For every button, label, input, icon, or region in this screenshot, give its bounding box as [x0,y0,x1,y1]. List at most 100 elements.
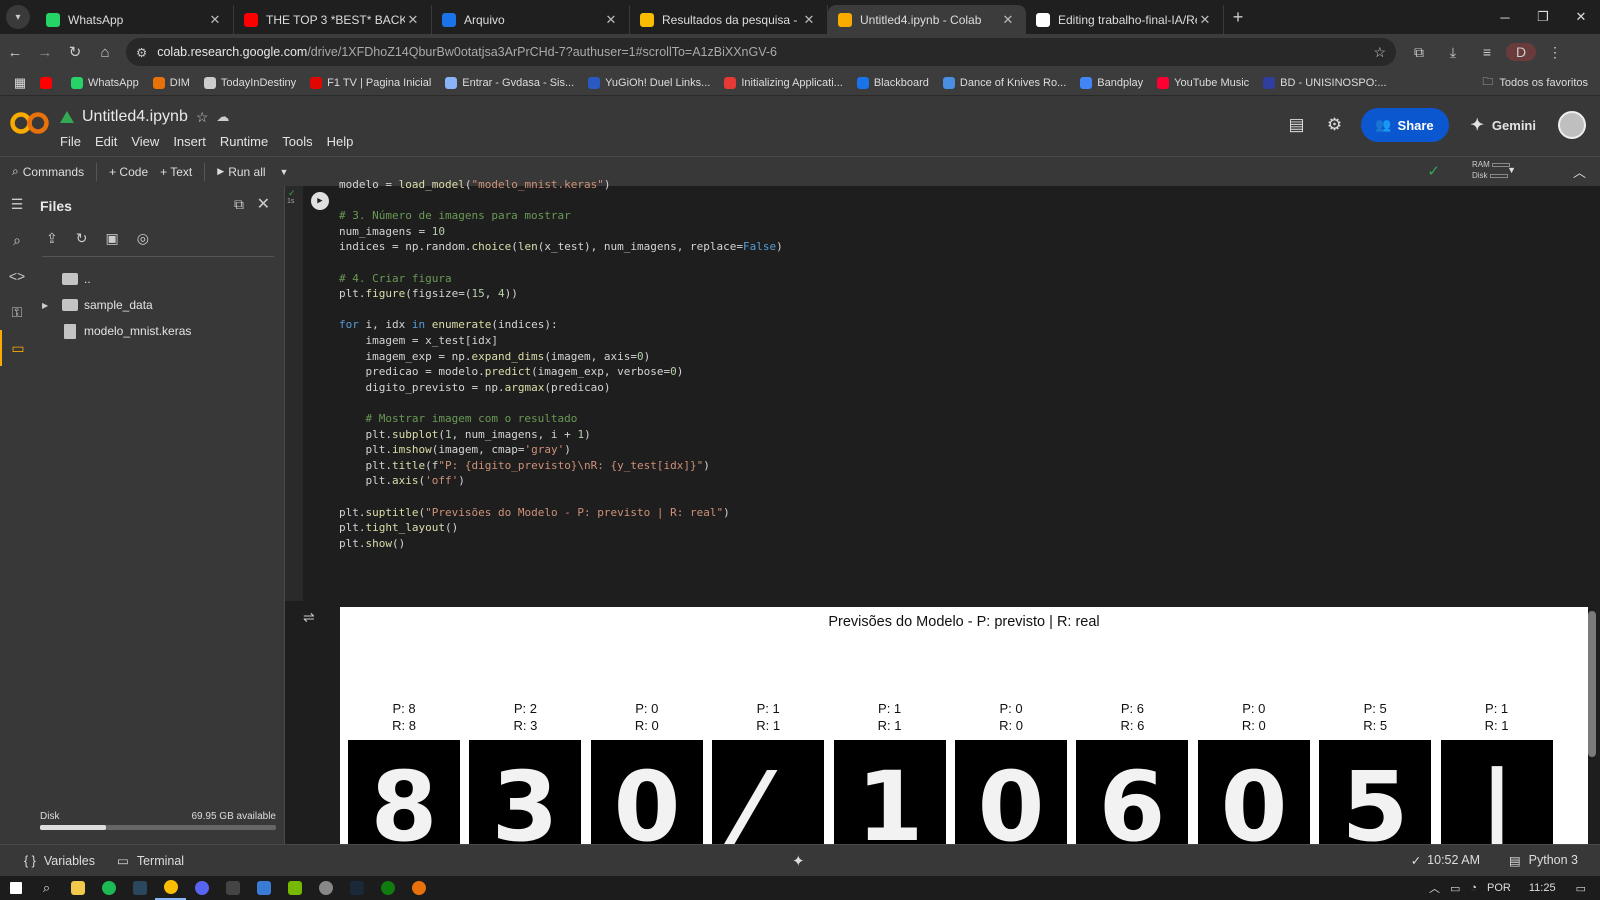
browser-menu-icon[interactable]: ⋮ [1540,44,1570,61]
keyboard-language[interactable]: POR [1487,882,1511,894]
browser-tab[interactable]: Arquivo ✕ [432,5,630,34]
bookmark-item[interactable]: Initializing Applicati... [724,76,843,89]
find-replace-icon[interactable]: ⌕ [0,222,34,258]
colab-logo-icon[interactable] [10,110,50,136]
bookmark-item[interactable]: Entrar - Gvdasa - Sis... [445,76,574,89]
app-icon[interactable] [403,876,434,900]
close-tab-icon[interactable]: ✕ [207,12,223,28]
bookmark-item[interactable]: TodayInDestiny [203,76,296,89]
restore-icon[interactable]: ❐ [1524,0,1562,34]
gemini-sparkle-icon[interactable]: ✦ [792,852,805,870]
settings-gear-icon[interactable]: ⚙ [1323,113,1347,137]
output-actions-icon[interactable]: ⇌ [303,609,315,626]
reload-icon[interactable]: ↻ [60,43,90,61]
menu-item[interactable]: Edit [95,134,117,149]
open-in-tab-icon[interactable]: ⧉ [234,196,244,213]
steam-icon[interactable] [124,876,155,900]
close-panel-icon[interactable]: ✕ [257,194,270,214]
menu-item[interactable]: Help [327,134,354,149]
browser-tab[interactable]: Editing trabalho-final-IA/Recon✕ [1026,5,1224,34]
browser-tab[interactable]: Resultados da pesquisa - Goog✕ [630,5,828,34]
file-item[interactable]: .. [42,266,191,292]
nvidia-icon[interactable] [279,876,310,900]
file-explorer-icon[interactable] [62,876,93,900]
site-info-icon[interactable]: ⚙ [136,45,147,60]
runtime-type[interactable]: ▤ Python 3 [1509,853,1578,868]
account-avatar[interactable] [1558,111,1586,139]
star-notebook-icon[interactable]: ☆ [196,109,209,126]
add-code-button[interactable]: + Code [109,165,148,179]
close-tab-icon[interactable]: ✕ [603,12,619,28]
profile-button[interactable]: D [1506,43,1536,61]
new-tab-button[interactable]: + [1224,7,1252,28]
address-bar[interactable]: ⚙ colab.research.google.com/drive/1XFDho… [126,38,1396,66]
search-icon[interactable]: ⌕ [31,876,62,900]
browser-tab[interactable]: Untitled4.ipynb - Colab ✕ [828,5,1026,34]
apps-grid-icon[interactable]: ▦ [0,75,40,91]
notifications-icon[interactable]: ▭ [1576,882,1586,895]
resource-monitor[interactable]: RAM Disk [1472,159,1510,181]
hide-files-icon[interactable]: ◎ [137,230,149,247]
forward-icon[interactable]: → [30,44,60,61]
discord-icon[interactable] [186,876,217,900]
mount-drive-icon[interactable]: ▣ [105,230,118,247]
file-item[interactable]: ▶ sample_data [42,292,191,318]
terminal-button[interactable]: ▭ Terminal [117,853,184,869]
commands-button[interactable]: ⌕ Commands [12,164,84,179]
bookmark-item[interactable]: DIM [152,76,190,89]
run-cell-button[interactable]: ▶ [311,192,329,210]
volume-icon[interactable]: ◔ [1470,882,1477,894]
chevron-down-icon[interactable]: ▼ [280,167,289,177]
expand-arrow-icon[interactable]: ▶ [42,301,56,310]
bookmark-item[interactable]: Dance of Knives Ro... [942,76,1066,89]
home-icon[interactable]: ⌂ [90,44,120,61]
run-all-button[interactable]: ▶ Run all ▼ [217,165,288,179]
app-icon[interactable] [248,876,279,900]
upload-file-icon[interactable]: ⇪ [46,230,58,247]
code-snippets-icon[interactable]: <> [0,258,34,294]
comments-icon[interactable]: ▤ [1285,113,1309,137]
browser-tab[interactable]: WhatsApp ✕ [36,5,234,34]
bookmark-item[interactable]: YuGiOh! Duel Links... [588,76,710,89]
close-tab-icon[interactable]: ✕ [1197,12,1213,28]
steam-icon[interactable] [341,876,372,900]
execution-status[interactable]: ✓ 10:52 AM [1411,853,1480,868]
download-icon[interactable]: ⤓ [1438,44,1468,61]
menu-item[interactable]: Tools [282,134,312,149]
tab-search-button[interactable]: ▾ [6,5,30,29]
gemini-button[interactable]: ✦ Gemini [1471,115,1536,135]
media-icon[interactable]: ≡ [1472,44,1502,60]
back-icon[interactable]: ← [0,44,30,61]
refresh-icon[interactable]: ↻ [76,230,88,247]
collapse-header-icon[interactable]: ︿ [1573,162,1586,181]
code-cell-editor[interactable]: ▶ modelo = load_model("modelo_mnist.kera… [303,178,1593,601]
chrome-icon[interactable] [155,876,186,900]
tray-chevron-icon[interactable]: ︿ [1429,880,1440,896]
table-of-contents-icon[interactable]: ☰ [0,186,34,222]
add-text-button[interactable]: + Text [160,165,192,179]
bookmark-item[interactable]: Blackboard [856,76,929,89]
variables-button[interactable]: { } Variables [24,854,95,868]
menu-item[interactable]: Insert [173,134,206,149]
notebook-scrollbar[interactable] [1588,611,1596,757]
file-item[interactable]: modelo_mnist.keras [42,318,191,344]
spotify-icon[interactable] [93,876,124,900]
bookmark-star-icon[interactable]: ☆ [1373,44,1386,61]
close-tab-icon[interactable]: ✕ [405,12,421,28]
menu-item[interactable]: File [60,134,81,149]
close-window-icon[interactable]: ✕ [1562,0,1600,34]
menu-item[interactable]: View [131,134,159,149]
app-icon[interactable] [310,876,341,900]
extensions-icon[interactable]: ⧉ [1404,44,1434,61]
close-tab-icon[interactable]: ✕ [1000,12,1016,28]
files-folder-icon[interactable]: ▭ [0,330,34,366]
windows-start-icon[interactable] [0,876,31,900]
notebook-title[interactable]: Untitled4.ipynb [82,108,188,126]
secrets-key-icon[interactable]: ⚿ [0,294,34,330]
bookmark-item[interactable]: WhatsApp [71,76,139,89]
minimize-icon[interactable]: ─ [1486,0,1524,34]
bookmark-item[interactable]: YouTube Music [1157,76,1249,89]
bookmark-item[interactable]: BD - UNISINOSPO:... [1263,76,1387,89]
app-icon[interactable] [217,876,248,900]
menu-item[interactable]: Runtime [220,134,268,149]
